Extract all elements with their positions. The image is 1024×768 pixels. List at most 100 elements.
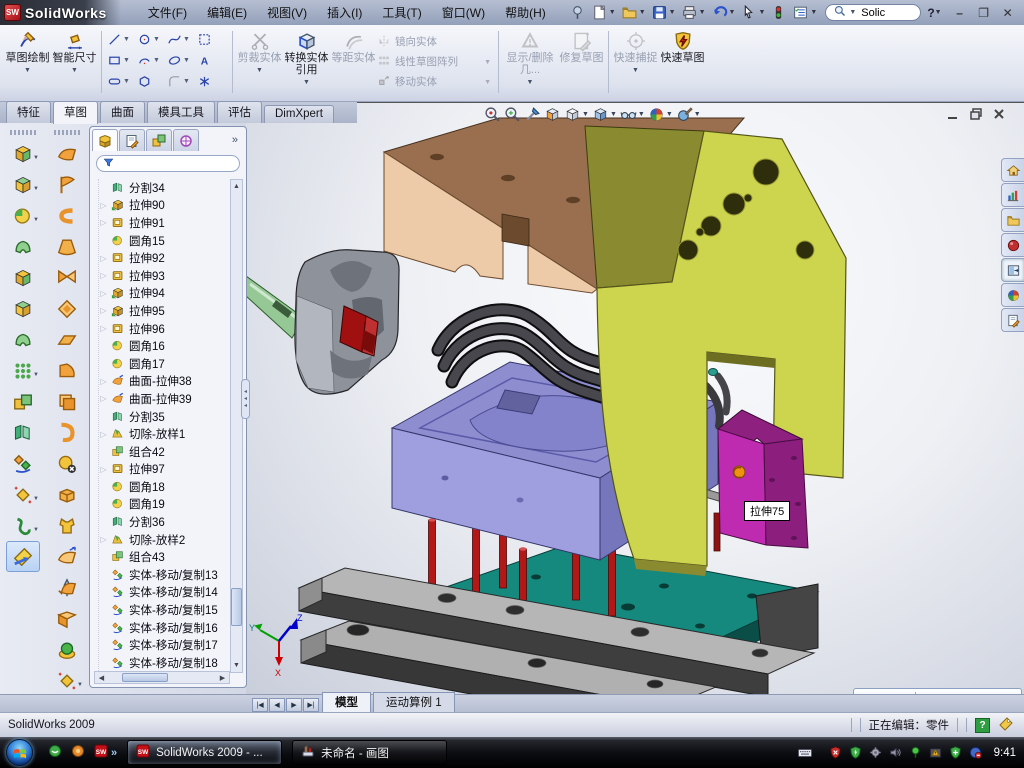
zoom-area-icon[interactable] bbox=[504, 106, 521, 123]
taskbar-button[interactable]: 未命名 - 画图 bbox=[292, 740, 447, 765]
view-settings-icon[interactable] bbox=[524, 106, 541, 123]
untrim-surface-icon[interactable] bbox=[50, 479, 84, 510]
minimize-button[interactable]: – bbox=[952, 6, 968, 20]
hide-show-items-icon[interactable]: ▼ bbox=[620, 106, 645, 123]
text-icon[interactable]: A bbox=[197, 53, 227, 68]
tree-item[interactable]: ▷拉伸93 bbox=[99, 267, 230, 285]
display-style-icon[interactable]: ▼ bbox=[564, 106, 589, 123]
menu-E[interactable]: 编辑(E) bbox=[198, 2, 256, 23]
scroll-up-arrow[interactable]: ▲ bbox=[231, 180, 242, 193]
转换实体引用-button[interactable]: 转换实体引用▼ bbox=[283, 27, 330, 97]
section-view-icon[interactable] bbox=[544, 106, 561, 123]
tab-评估[interactable]: 评估 bbox=[217, 101, 262, 123]
doc-nav-3[interactable]: ▶| bbox=[303, 698, 319, 712]
line-icon[interactable]: ▼ bbox=[107, 32, 137, 47]
ellipse-icon[interactable]: ▼ bbox=[167, 53, 197, 68]
antivirus-icon[interactable] bbox=[848, 745, 863, 760]
feature-tree[interactable]: 分割34▷拉伸90▷拉伸91圆角15▷拉伸92▷拉伸93▷拉伸94▷拉伸95▷拉… bbox=[98, 179, 230, 673]
tree-item[interactable]: ▷拉伸90 bbox=[99, 197, 230, 215]
help-caret-icon[interactable]: ▼ bbox=[935, 9, 942, 16]
select-icon[interactable]: ▼ bbox=[738, 3, 767, 22]
tree-filter-input[interactable] bbox=[96, 155, 240, 172]
close-button[interactable]: ✕ bbox=[1000, 6, 1016, 20]
move-copy-body-icon[interactable] bbox=[6, 448, 40, 479]
hscroll-thumb[interactable] bbox=[122, 673, 168, 682]
edit-appearance-icon[interactable]: ▼ bbox=[676, 106, 701, 123]
extend-surface-icon[interactable] bbox=[50, 510, 84, 541]
defender-icon[interactable] bbox=[948, 745, 963, 760]
tree-item[interactable]: 实体-移动/复制16 bbox=[99, 619, 230, 637]
slot-icon[interactable]: ▼ bbox=[107, 74, 137, 89]
tree-item[interactable]: 组合42 bbox=[99, 443, 230, 461]
scroll-thumb[interactable] bbox=[231, 588, 242, 626]
save-icon[interactable]: ▼ bbox=[649, 3, 678, 22]
快速捕捉-button[interactable]: 快速捕捉▼ bbox=[612, 27, 659, 97]
featuremanager-tab[interactable] bbox=[92, 129, 118, 151]
sw-resources-tab[interactable] bbox=[1001, 233, 1024, 257]
doc-tab-模型[interactable]: 模型 bbox=[322, 692, 371, 712]
草图绘制-button[interactable]: 草图绘制▼ bbox=[4, 27, 51, 97]
surface-revolve-icon[interactable] bbox=[50, 169, 84, 200]
tree-item[interactable]: ▷切除-放样2 bbox=[99, 531, 230, 549]
app-icon[interactable] bbox=[70, 743, 86, 762]
tree-vertical-scrollbar[interactable]: ▲ ▼ bbox=[230, 179, 243, 673]
custom-properties-tab[interactable] bbox=[1001, 308, 1024, 332]
taskbar-button[interactable]: SWSolidWorks 2009 - ... bbox=[127, 740, 282, 765]
zoom-fit-icon[interactable] bbox=[484, 106, 501, 123]
warning-icon[interactable] bbox=[928, 745, 943, 760]
tree-item[interactable]: 分割34 bbox=[99, 179, 230, 197]
start-button[interactable] bbox=[6, 739, 33, 766]
shell-icon[interactable] bbox=[6, 324, 40, 355]
tree-item[interactable]: ▷拉伸91 bbox=[99, 214, 230, 232]
fm-tab-overflow[interactable]: » bbox=[232, 134, 238, 146]
solidworks-launcher-icon[interactable]: SW bbox=[93, 743, 109, 762]
restore-button[interactable]: ❐ bbox=[976, 6, 992, 20]
search-caret-icon[interactable]: ▼ bbox=[849, 9, 856, 16]
tree-item[interactable]: 圆角16 bbox=[99, 337, 230, 355]
tree-item[interactable]: ▷曲面-拉伸39 bbox=[99, 390, 230, 408]
tree-item[interactable]: ▷拉伸92 bbox=[99, 249, 230, 267]
instant3d-icon[interactable] bbox=[6, 541, 40, 572]
tree-item[interactable]: ▷拉伸97 bbox=[99, 461, 230, 479]
doc-tab-运动算例 1[interactable]: 运动算例 1 bbox=[373, 692, 455, 712]
tab-模具工具[interactable]: 模具工具 bbox=[147, 101, 215, 123]
search-box[interactable]: ▼ bbox=[825, 4, 921, 21]
surface-sweep-icon[interactable] bbox=[50, 200, 84, 231]
等距实体-button[interactable]: 等距实体 bbox=[330, 27, 377, 97]
extruded-boss-icon[interactable]: ▼ bbox=[6, 138, 40, 169]
tab-草图[interactable]: 草图 bbox=[53, 101, 98, 124]
sync-status-icon[interactable] bbox=[968, 745, 983, 760]
ime-keyboard-icon[interactable] bbox=[797, 745, 813, 761]
tree-item[interactable]: ▷拉伸95 bbox=[99, 302, 230, 320]
boundary-boss-icon[interactable] bbox=[6, 293, 40, 324]
menu-V[interactable]: 视图(V) bbox=[258, 2, 316, 23]
apply-scene-icon[interactable]: ▼ bbox=[648, 106, 673, 123]
file-explorer-tab[interactable] bbox=[1001, 208, 1024, 232]
tree-item[interactable]: 组合43 bbox=[99, 548, 230, 566]
model-clamp-unit[interactable] bbox=[246, 250, 399, 394]
mirror-entities-button[interactable]: 镜向实体 bbox=[377, 34, 495, 51]
options-icon[interactable]: ▼ bbox=[790, 3, 819, 22]
快速草图-button[interactable]: 快速草图 bbox=[659, 27, 706, 97]
pushpin-icon[interactable] bbox=[567, 3, 588, 22]
tree-item[interactable]: 实体-移动/复制18 bbox=[99, 654, 230, 672]
parting-surface-icon[interactable] bbox=[50, 634, 84, 665]
open-icon[interactable]: ▼ bbox=[619, 3, 648, 22]
search-input[interactable] bbox=[859, 6, 919, 20]
doc-restore-button[interactable] bbox=[969, 107, 983, 124]
tree-item[interactable]: 圆角17 bbox=[99, 355, 230, 373]
surface-loft-icon[interactable] bbox=[50, 231, 84, 262]
filled-surface-icon[interactable] bbox=[50, 293, 84, 324]
propertymanager-tab[interactable] bbox=[119, 129, 145, 151]
ruled-surface-icon[interactable] bbox=[50, 603, 84, 634]
model-yoke-bracket[interactable] bbox=[585, 126, 846, 576]
linear-sketch-pattern-button[interactable]: 线性草图阵列▼ bbox=[377, 54, 495, 71]
menu-H[interactable]: 帮助(H) bbox=[496, 2, 555, 23]
tree-item[interactable]: ▷曲面-拉伸38 bbox=[99, 373, 230, 391]
tag-icon[interactable] bbox=[998, 716, 1014, 735]
doc-nav-0[interactable]: |◀ bbox=[252, 698, 268, 712]
spline-icon[interactable]: ▼ bbox=[167, 32, 197, 47]
appearances-tab[interactable] bbox=[1001, 283, 1024, 307]
scroll-right-arrow[interactable]: ▶ bbox=[216, 674, 229, 682]
status-help-icon[interactable]: ? bbox=[975, 718, 990, 733]
